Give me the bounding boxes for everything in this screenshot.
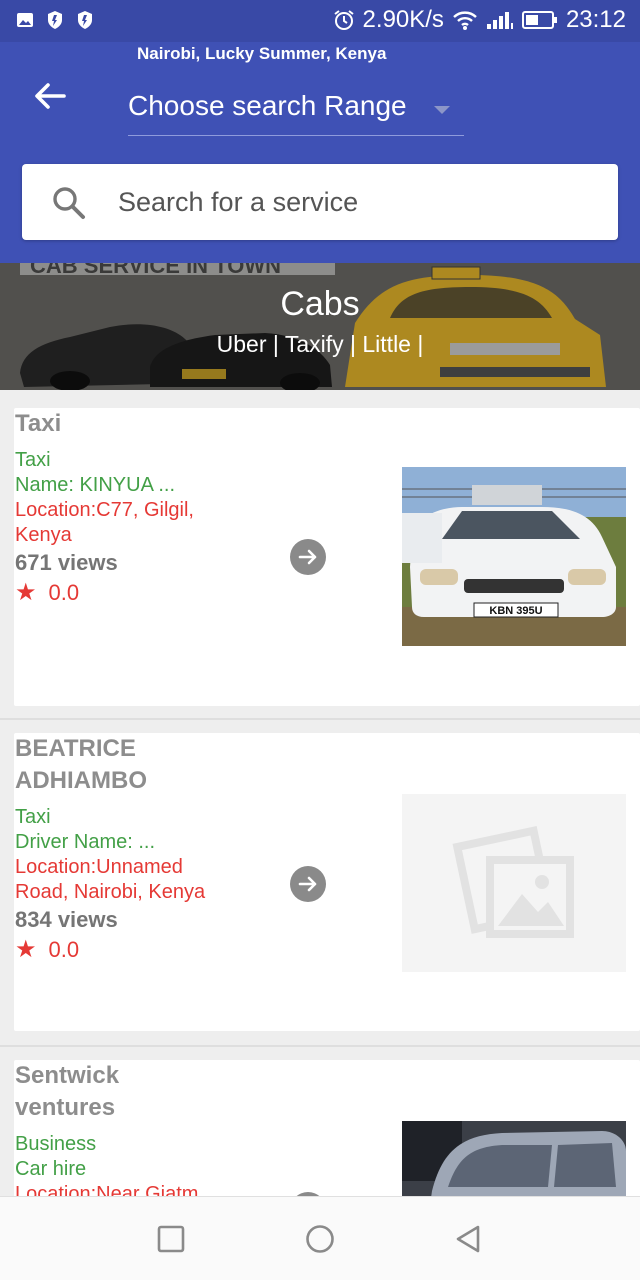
service-category: Taxi <box>15 449 51 471</box>
service-category: Business <box>15 1133 97 1155</box>
recent-apps-icon[interactable] <box>155 1223 187 1255</box>
app-screen: 2.90K/s 23:12 Nairobi, Lucky Summer, Ken… <box>0 0 640 1280</box>
service-photo[interactable] <box>402 1121 626 1196</box>
taxi-car-photo: KBN 395U <box>402 467 626 646</box>
signal-icon <box>486 12 513 29</box>
service-info: Business Car hire Location:Near Giatm <box>15 1132 235 1196</box>
service-location: Location:C77, Gilgil, Kenya <box>15 499 194 546</box>
service-owner: Name: KINYUA ... <box>15 474 176 496</box>
category-banner[interactable]: CAB SERVICE IN TOWN Cabs Uber | Taxify |… <box>0 263 640 390</box>
service-rating: ★ 0.0 <box>15 578 245 608</box>
service-title: BEATRICE ADHIAMBO <box>15 735 147 794</box>
service-location: Location:Unnamed Road, Nairobi, Kenya <box>15 856 206 903</box>
service-location: Location:Near Giatm <box>15 1183 199 1196</box>
search-icon <box>53 187 85 219</box>
rating-value: 0.0 <box>48 580 80 605</box>
search-input[interactable] <box>118 178 598 226</box>
open-service-button[interactable] <box>290 539 326 575</box>
search-range-label: Choose search Range <box>128 90 407 121</box>
banner-subtitle: Uber | Taxify | Little | <box>216 331 424 357</box>
network-speed: 2.90K/s <box>362 6 444 33</box>
cab-banner-image: CAB SERVICE IN TOWN <box>0 263 640 390</box>
back-arrow-icon[interactable] <box>30 76 70 116</box>
wifi-icon <box>453 11 477 30</box>
service-title: Taxi <box>15 410 62 437</box>
service-views: 671 views <box>15 550 118 575</box>
service-photo-placeholder[interactable] <box>402 794 626 972</box>
service-info: Taxi Name: KINYUA ... Location:C77, Gilg… <box>15 448 245 608</box>
list-divider <box>0 718 640 720</box>
service-owner: Car hire <box>15 1158 87 1180</box>
star-icon: ★ <box>15 936 37 963</box>
status-bar: 2.90K/s 23:12 <box>0 0 640 42</box>
plate-text: KBN 395U <box>489 605 542 617</box>
shield-icon <box>78 11 92 29</box>
system-nav-bar <box>0 1196 640 1280</box>
car-hire-photo <box>402 1121 626 1196</box>
back-triangle-icon[interactable] <box>452 1223 484 1255</box>
image-icon <box>17 13 33 27</box>
current-location: Nairobi, Lucky Summer, Kenya <box>137 44 387 63</box>
arrow-right-icon <box>298 549 317 565</box>
shield-icon <box>48 11 62 29</box>
alarm-icon <box>333 10 354 30</box>
battery-icon <box>521 11 557 29</box>
service-owner: Driver Name: ... <box>15 831 156 853</box>
service-title: Sentwick ventures <box>15 1062 120 1121</box>
search-range-dropdown[interactable]: Choose search Range <box>128 86 464 136</box>
star-icon: ★ <box>15 579 37 606</box>
open-service-button[interactable] <box>290 866 326 902</box>
service-rating: ★ 0.0 <box>15 935 235 965</box>
image-placeholder-icon <box>452 826 574 938</box>
services-list: Taxi Taxi Name: KINYUA ... Location:C77,… <box>0 390 640 1196</box>
service-info: Taxi Driver Name: ... Location:Unnamed R… <box>15 805 235 965</box>
arrow-right-icon <box>298 876 317 892</box>
app-bar: Nairobi, Lucky Summer, Kenya Choose sear… <box>0 42 640 263</box>
clock: 23:12 <box>565 6 626 33</box>
service-card[interactable]: Sentwick ventures Business Car hire Loca… <box>14 1060 640 1196</box>
service-card[interactable]: BEATRICE ADHIAMBO Taxi Driver Name: ... … <box>14 733 640 1031</box>
search-bar <box>22 164 618 240</box>
service-views: 834 views <box>15 907 118 932</box>
home-icon[interactable] <box>304 1223 336 1255</box>
service-card[interactable]: Taxi Taxi Name: KINYUA ... Location:C77,… <box>14 408 640 706</box>
list-divider <box>0 1045 640 1047</box>
banner-title: Cabs <box>280 285 360 323</box>
service-category: Taxi <box>15 806 51 828</box>
rating-value: 0.0 <box>48 937 80 962</box>
service-photo[interactable]: KBN 395U <box>402 467 626 646</box>
dropdown-caret-icon <box>434 106 450 114</box>
